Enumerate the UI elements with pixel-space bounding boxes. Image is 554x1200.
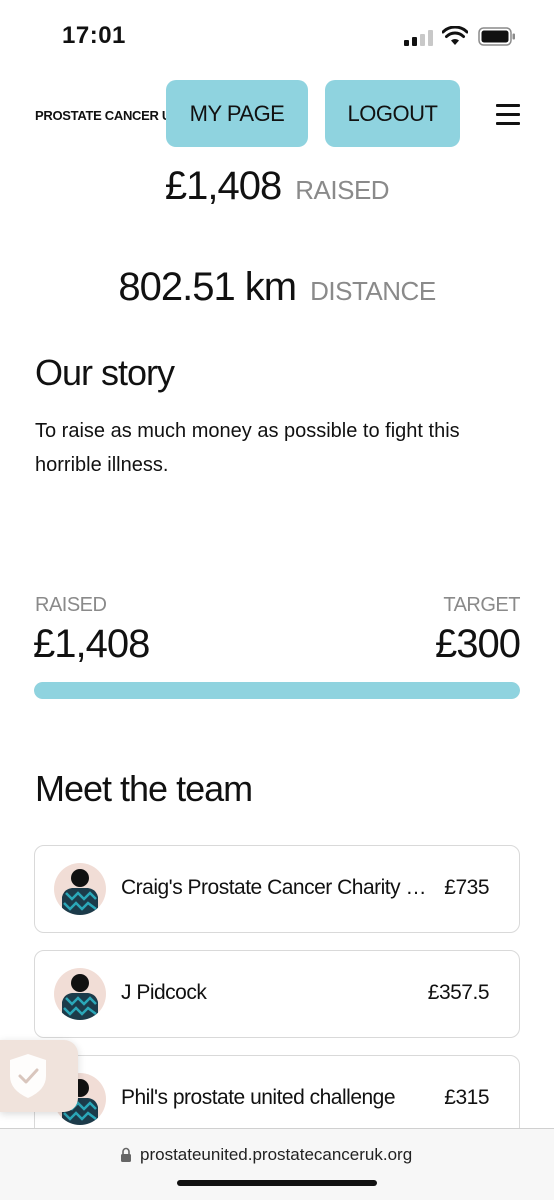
team-member-card[interactable]: Craig's Prostate Cancer Charity Challeng…: [34, 845, 520, 933]
team-member-name: Craig's Prostate Cancer Charity Challeng…: [121, 876, 439, 899]
progress-target-value: £300: [435, 622, 521, 666]
progress-raised-value: £1,408: [33, 622, 150, 666]
team-member-name: Phil's prostate united challenge: [121, 1086, 396, 1109]
my-page-button[interactable]: MY PAGE: [166, 80, 308, 147]
lock-icon: [121, 1147, 131, 1162]
team-member-amount: £357.5: [427, 981, 490, 1004]
avatar: [54, 863, 106, 915]
brand-logo[interactable]: PROSTATE CANCER UK: [35, 108, 180, 123]
status-time: 17:01: [62, 22, 126, 49]
shield-icon: [10, 1054, 46, 1098]
home-indicator[interactable]: [177, 1180, 377, 1186]
raised-stat-value: £1,408: [164, 164, 282, 208]
distance-stat-value: 802.51 km: [118, 265, 297, 309]
team-member-card[interactable]: J Pidcock £357.5: [34, 950, 520, 1038]
team-member-name: J Pidcock: [121, 981, 207, 1004]
browser-url-bar[interactable]: prostateunited.prostatecanceruk.org: [0, 1128, 554, 1200]
team-title: Meet the team: [35, 768, 253, 809]
avatar: [54, 968, 106, 1020]
story-text: To raise as much money as possible to fi…: [35, 420, 460, 476]
jersey-avatar-icon: [62, 974, 98, 1020]
team-member-amount: £315: [444, 1086, 489, 1109]
distance-stat: 802.51 km DISTANCE: [0, 265, 554, 310]
raised-stat: £1,408 RAISED: [0, 164, 554, 209]
jersey-avatar-icon: [62, 869, 98, 915]
privacy-shield-button[interactable]: [0, 1040, 78, 1112]
hamburger-menu-icon[interactable]: [496, 104, 520, 126]
progress-bar-fill: [34, 682, 520, 699]
battery-icon: [478, 27, 515, 46]
cellular-signal-icon: [404, 30, 434, 46]
progress-target-label: TARGET: [443, 594, 520, 616]
url-text[interactable]: prostateunited.prostatecanceruk.org: [140, 1145, 412, 1165]
progress-bar: [34, 682, 520, 699]
distance-stat-label: DISTANCE: [310, 276, 436, 306]
story-title: Our story: [35, 352, 175, 393]
team-member-amount: £735: [444, 876, 489, 899]
progress-raised-label: RAISED: [35, 594, 107, 616]
raised-stat-label: RAISED: [295, 175, 390, 205]
wifi-icon: [442, 26, 468, 45]
logout-button[interactable]: LOGOUT: [325, 80, 460, 147]
status-bar: 17:01: [0, 0, 554, 72]
